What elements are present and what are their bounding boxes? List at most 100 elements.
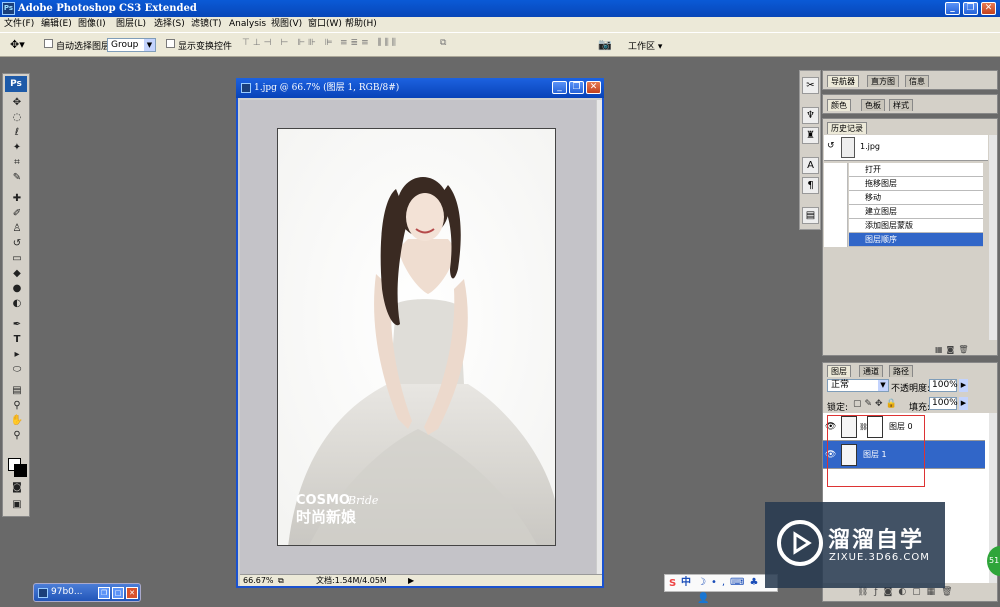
history-brush-icon[interactable]: ↺	[9, 237, 25, 250]
fill-input[interactable]: 100%	[929, 397, 958, 410]
maximize-button[interactable]: ❐	[963, 2, 978, 15]
ime-mode[interactable]: 中	[681, 575, 691, 591]
tab-styles[interactable]: 样式	[889, 99, 913, 111]
status-icon[interactable]: ⧉	[278, 575, 284, 586]
auto-select-checkbox[interactable]	[44, 39, 53, 49]
minimized-document[interactable]: 97b0... ❐ □ ✕	[33, 583, 141, 602]
slice-tool-icon[interactable]: ✎	[9, 171, 25, 184]
dodge-tool-icon[interactable]: ◐	[9, 297, 25, 310]
menu-help[interactable]: 帮助(H)	[345, 17, 377, 32]
menu-layer[interactable]: 图层(L)	[116, 17, 146, 32]
brush-tool-icon[interactable]: ✐	[9, 207, 25, 220]
pen-tool-icon[interactable]: ✒	[9, 318, 25, 331]
tab-layers[interactable]: 图层	[827, 365, 851, 377]
history-scrollbar[interactable]	[989, 135, 997, 340]
marquee-tool-icon[interactable]: ◌	[9, 111, 25, 124]
tab-channels[interactable]: 通道	[859, 365, 883, 377]
clone-source-icon[interactable]: ♜	[802, 127, 819, 144]
tools-panel: Ps ✥ ◌ ℓ ✦ ⌗ ✎ ✚ ✐ ♙ ↺ ▭ ◆ ● ◐ ✒ T ▸ ⬭ ▤…	[2, 73, 30, 517]
move-tool-icon[interactable]: ✥	[9, 96, 25, 109]
document-icon	[241, 83, 251, 93]
menu-view[interactable]: 视图(V)	[271, 17, 302, 32]
history-brush-source-icon[interactable]: ↺	[827, 141, 835, 151]
history-item-selected[interactable]: 图层顺序	[849, 233, 983, 247]
tab-histogram[interactable]: 直方图	[867, 75, 899, 87]
hand-tool-icon[interactable]: ✋	[9, 414, 25, 427]
history-snapshot[interactable]: ↺ 1.jpg	[824, 135, 988, 161]
options-bar: ✥▾ 自动选择图层 Group ▼ 显示变换控件 ⊤⊥⊣ ⊢ ⊩⊪ ⊫ ≡≣≡ …	[0, 32, 1000, 57]
auto-select-dropdown[interactable]: Group ▼	[107, 38, 156, 52]
tab-paths[interactable]: 路径	[889, 365, 913, 377]
doc-minimize-button[interactable]: _	[552, 81, 567, 94]
history-item[interactable]: 移动	[849, 191, 983, 205]
status-menu-arrow-icon[interactable]: ▶	[408, 575, 414, 586]
opacity-arrow-icon[interactable]: ▶	[959, 379, 968, 392]
sogou-icon[interactable]: S	[669, 576, 676, 592]
menu-select[interactable]: 选择(S)	[154, 17, 185, 32]
tab-info[interactable]: 信息	[905, 75, 929, 87]
restore-icon[interactable]: ❐	[98, 587, 110, 599]
history-item[interactable]: 拖移图层	[849, 177, 983, 191]
zoom-tool-icon[interactable]: ⚲	[9, 429, 25, 442]
menu-filter[interactable]: 滤镜(T)	[191, 17, 222, 32]
eyedropper-icon[interactable]: ⚲	[9, 399, 25, 412]
brushes-icon[interactable]: ♆	[802, 107, 819, 124]
move-tool-icon[interactable]: ✥▾	[10, 38, 25, 51]
show-transform-checkbox[interactable]	[166, 39, 175, 49]
history-item[interactable]: 打开	[849, 163, 983, 177]
zoom-level[interactable]: 66.67%	[243, 575, 274, 586]
document-size: 文档:1.54M/4.05M	[316, 576, 387, 585]
workspace-button[interactable]: 工作区 ▾	[628, 39, 662, 52]
close-icon[interactable]: ✕	[126, 587, 138, 599]
clone-stamp-icon[interactable]: ♙	[9, 222, 25, 235]
blur-tool-icon[interactable]: ●	[9, 282, 25, 295]
lasso-tool-icon[interactable]: ℓ	[9, 126, 25, 139]
layer-comps-icon[interactable]: ▤	[802, 207, 819, 224]
tab-swatches[interactable]: 色板	[861, 99, 885, 111]
distribute-icons[interactable]: ≡≣≡ ⫼⫼⫼	[340, 38, 399, 48]
menu-edit[interactable]: 编辑(E)	[41, 17, 72, 32]
history-item[interactable]: 建立图层	[849, 205, 983, 219]
photo-canvas[interactable]: COSMO Bride 时尚新娘	[277, 128, 556, 546]
type-tool-icon[interactable]: T	[9, 333, 25, 346]
character-icon[interactable]: A	[802, 157, 819, 174]
canvas-area[interactable]: COSMO Bride 时尚新娘	[240, 100, 596, 574]
bridge-icon[interactable]: 📷	[598, 38, 612, 51]
color-panel: 颜色 色板 样式	[822, 94, 998, 114]
magic-wand-icon[interactable]: ✦	[9, 141, 25, 154]
vertical-scrollbar[interactable]	[596, 100, 602, 574]
healing-brush-icon[interactable]: ✚	[9, 192, 25, 205]
background-color-swatch[interactable]	[14, 464, 27, 477]
close-button[interactable]: ✕	[981, 2, 996, 15]
tab-navigator[interactable]: 导航器	[827, 75, 859, 87]
menu-window[interactable]: 窗口(W)	[308, 17, 342, 32]
history-footer-icons[interactable]: ▦◙🗑	[935, 345, 972, 354]
menu-image[interactable]: 图像(I)	[78, 17, 106, 32]
menu-file[interactable]: 文件(F)	[4, 17, 34, 32]
screen-mode-icon[interactable]: ▣	[9, 498, 25, 511]
tab-color[interactable]: 颜色	[827, 99, 851, 111]
paint-bucket-icon[interactable]: ◆	[9, 267, 25, 280]
shape-tool-icon[interactable]: ⬭	[9, 363, 25, 376]
auto-align-icon[interactable]: ⧉	[440, 38, 446, 48]
lock-icons[interactable]: ▢✎✥🔒	[853, 399, 900, 409]
layers-footer-icons[interactable]: ⛓ƒ◙◐▢▦🗑	[857, 587, 959, 597]
doc-maximize-button[interactable]: ❐	[569, 81, 584, 94]
opacity-input[interactable]: 100%	[929, 379, 958, 392]
path-selection-icon[interactable]: ▸	[9, 348, 25, 361]
tool-presets-icon[interactable]: ✂	[802, 77, 819, 94]
quick-mask-icon[interactable]: ◙	[9, 481, 25, 494]
crop-tool-icon[interactable]: ⌗	[9, 156, 25, 169]
minimize-button[interactable]: _	[945, 2, 960, 15]
blend-mode-dropdown[interactable]: 正常 ▼	[827, 379, 889, 392]
fill-arrow-icon[interactable]: ▶	[959, 397, 968, 410]
doc-close-button[interactable]: ✕	[586, 81, 601, 94]
eraser-tool-icon[interactable]: ▭	[9, 252, 25, 265]
maximize-icon[interactable]: □	[112, 587, 124, 599]
menu-analysis[interactable]: Analysis	[229, 17, 266, 32]
history-item[interactable]: 添加图层蒙版	[849, 219, 983, 233]
paragraph-icon[interactable]: ¶	[802, 177, 819, 194]
tab-history[interactable]: 历史记录	[827, 122, 867, 134]
notes-tool-icon[interactable]: ▤	[9, 384, 25, 397]
align-icons[interactable]: ⊤⊥⊣ ⊢ ⊩⊪ ⊫	[242, 38, 335, 48]
